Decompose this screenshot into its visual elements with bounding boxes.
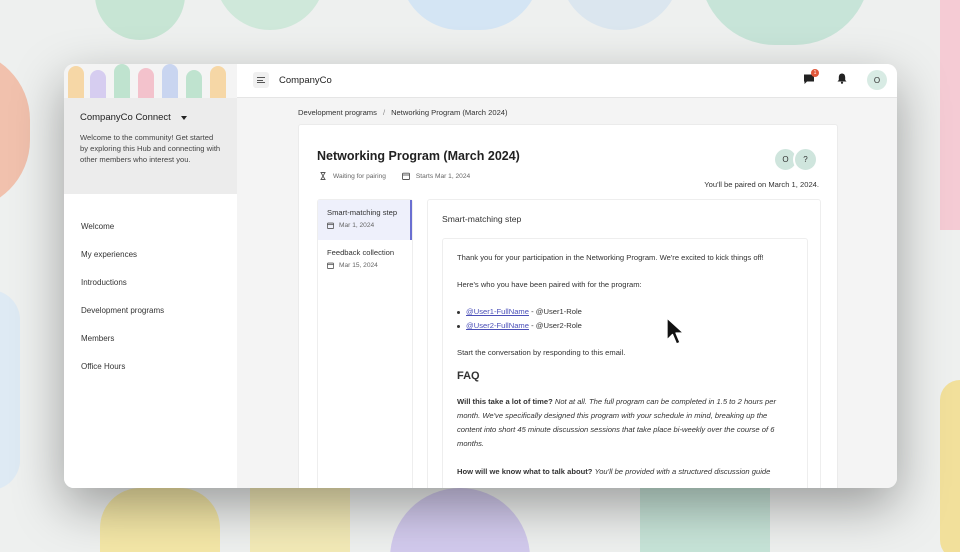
background-shape: [700, 0, 870, 45]
start-date-text: Starts Mar 1, 2024: [415, 172, 471, 180]
main-area: Development programs / Networking Progra…: [237, 98, 897, 488]
step-date-text: Mar 1, 2024: [339, 222, 375, 229]
user2-role: - @User2-Role: [529, 321, 582, 330]
sidebar-item-members[interactable]: Members: [64, 324, 237, 352]
sidebar-item-introductions[interactable]: Introductions: [64, 268, 237, 296]
bullet: [457, 324, 460, 328]
status-text: Waiting for pairing: [333, 172, 386, 180]
email-paired-line: Here's who you have been paired with for…: [457, 280, 642, 289]
sidebar-item-development-programs[interactable]: Development programs: [64, 296, 237, 324]
background-shape: [95, 0, 185, 40]
step-content: Smart-matching step Thank you for your p…: [427, 199, 821, 488]
caret-down-icon: [180, 115, 187, 120]
breadcrumb-current: Networking Program (March 2024): [391, 108, 508, 117]
background-shape: [390, 488, 530, 552]
notification-badge: 1: [811, 69, 819, 77]
banner-pill: [90, 70, 106, 98]
banner-pill: [138, 68, 154, 98]
faq-item: Will this take a lot of time? Not at all…: [457, 395, 793, 451]
page-title: Networking Program (March 2024): [317, 149, 520, 163]
banner-pill: [210, 66, 226, 98]
step-name: Smart-matching step: [327, 208, 398, 217]
list-item: @User2-FullName - @User2-Role: [457, 321, 793, 331]
content-title: Smart-matching step: [442, 214, 522, 224]
menu-icon: [257, 77, 265, 78]
faq-heading: FAQ: [457, 370, 480, 382]
faq-question: Will this take a lot of time?: [457, 397, 553, 406]
background-shape: [940, 380, 960, 552]
faq-answer-lead: You'll be provided with a structured dis…: [594, 467, 771, 476]
banner-pill: [162, 64, 178, 98]
calendar-icon: [401, 172, 410, 180]
paired-note: You'll be paired on March 1, 2024.: [704, 180, 819, 189]
faq-answer-lead: Not at all.: [554, 397, 587, 406]
step-feedback-collection[interactable]: Feedback collection Mar 15, 2024: [318, 240, 412, 280]
banner-pill: [186, 70, 202, 98]
org-switcher[interactable]: CompanyCo Connect: [80, 112, 221, 123]
list-item: @User1-FullName - @User1-Role: [457, 307, 793, 317]
user2-link[interactable]: @User2-FullName: [466, 321, 529, 330]
user-avatar[interactable]: O: [867, 70, 887, 90]
sidebar-nav: Welcome My experiences Introductions Dev…: [64, 194, 237, 488]
calendar-icon: [327, 262, 334, 269]
step-date: Mar 15, 2024: [327, 262, 403, 269]
background-shape: [250, 488, 350, 552]
pair-list: @User1-FullName - @User1-Role @User2-Ful…: [457, 307, 793, 331]
background-shape: [400, 0, 540, 30]
step-name: Feedback collection: [327, 248, 395, 257]
step-date-text: Mar 15, 2024: [339, 262, 378, 269]
top-bar: CompanyCo 1 O: [237, 64, 897, 98]
start-date: Starts Mar 1, 2024: [401, 172, 471, 180]
banner-pill: [68, 66, 84, 98]
sidebar-banner: [64, 64, 237, 98]
steps-list: Smart-matching step Mar 1, 2024 Feedback…: [317, 199, 413, 488]
app-window: CompanyCo Connect Welcome to the communi…: [64, 64, 897, 488]
banner-pill: [114, 64, 130, 98]
email-body: Thank you for your participation in the …: [442, 238, 808, 488]
org-name: CompanyCo Connect: [80, 112, 171, 123]
bullet: [457, 310, 460, 314]
email-cta: Start the conversation by responding to …: [457, 348, 626, 357]
step-smart-matching[interactable]: Smart-matching step Mar 1, 2024: [318, 200, 412, 240]
background-shape: [640, 488, 770, 552]
background-shape: [560, 0, 680, 30]
bell-icon[interactable]: [837, 73, 847, 84]
menu-icon-line: [257, 79, 263, 81]
breadcrumb-parent[interactable]: Development programs: [298, 108, 377, 117]
faq-item: How will we know what to talk about? You…: [457, 465, 793, 479]
background-shape: [0, 290, 20, 490]
calendar-icon: [327, 222, 334, 229]
faq-question: How will we know what to talk about?: [457, 467, 593, 476]
brand-name: CompanyCo: [279, 75, 332, 86]
sidebar-item-office-hours[interactable]: Office Hours: [64, 352, 237, 380]
breadcrumb-separator: /: [382, 108, 386, 117]
program-meta: Waiting for pairing Starts Mar 1, 2024: [319, 172, 470, 180]
background-shape: [215, 0, 325, 30]
unknown-partner-avatar: ?: [793, 147, 818, 172]
step-date: Mar 1, 2024: [327, 222, 401, 229]
background-shape: [100, 488, 220, 552]
breadcrumb: Development programs / Networking Progra…: [298, 108, 508, 117]
status-badge: Waiting for pairing: [319, 172, 386, 180]
mouse-cursor-icon: [666, 317, 685, 345]
email-intro: Thank you for your participation in the …: [457, 253, 764, 262]
sidebar-item-my-experiences[interactable]: My experiences: [64, 240, 237, 268]
program-card: Networking Program (March 2024) Waiting …: [298, 124, 838, 488]
menu-icon-line: [257, 82, 265, 83]
hourglass-icon: [320, 172, 326, 180]
background-shape: [940, 0, 960, 230]
sidebar-item-welcome[interactable]: Welcome: [64, 212, 237, 240]
welcome-text: Welcome to the community! Get started by…: [80, 133, 221, 164]
background-shape: [0, 50, 30, 210]
pair-avatars: O ?: [773, 147, 823, 173]
menu-toggle-button[interactable]: [253, 72, 269, 88]
sidebar-header: CompanyCo Connect Welcome to the communi…: [64, 98, 237, 194]
sidebar: CompanyCo Connect Welcome to the communi…: [64, 64, 237, 488]
user1-link[interactable]: @User1-FullName: [466, 307, 529, 316]
user1-role: - @User1-Role: [529, 307, 582, 316]
